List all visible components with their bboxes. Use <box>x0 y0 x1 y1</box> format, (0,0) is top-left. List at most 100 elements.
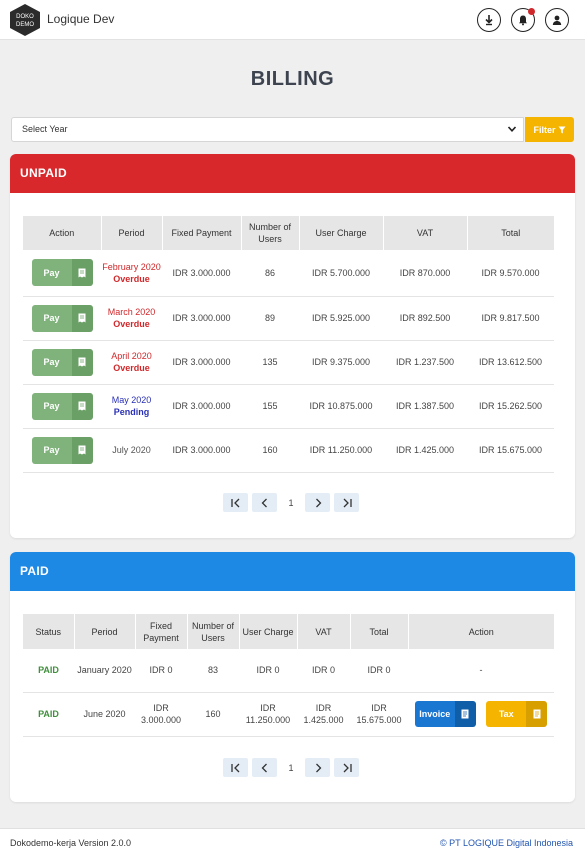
invoice-button-label: Invoice <box>414 701 455 727</box>
status: PAID <box>23 692 74 737</box>
pay-button[interactable]: Pay <box>31 436 93 464</box>
svg-text:DEMO: DEMO <box>16 22 34 28</box>
download-button[interactable] <box>477 8 501 32</box>
number-of-users: 160 <box>187 692 239 737</box>
receipt-icon <box>78 313 86 323</box>
user-charge: IDR 11.250.000 <box>239 692 297 737</box>
receipt-icon <box>78 268 86 278</box>
paid-table-header: Status Period Fixed Payment Number of Us… <box>23 614 554 649</box>
download-icon <box>485 15 493 26</box>
status: Overdue <box>113 319 150 329</box>
chevron-down-icon <box>507 126 517 132</box>
user-charge: IDR 0 <box>239 649 297 693</box>
first-page-button[interactable] <box>223 758 248 777</box>
table-row: Pay April 2020 Overdue IDR 3.000.000 135 … <box>23 340 554 385</box>
user-charge: IDR 11.250.000 <box>299 428 383 473</box>
receipt-icon <box>78 357 86 367</box>
pay-button[interactable]: Pay <box>31 348 93 376</box>
pay-button-label: Pay <box>31 392 72 420</box>
col-status: Status <box>23 614 74 649</box>
last-page-button[interactable] <box>334 493 359 512</box>
vat: IDR 0 <box>297 649 350 693</box>
version-text: Dokodemo-kerja Version 2.0.0 <box>10 838 132 848</box>
app-logo[interactable]: DOKO DEMO <box>10 4 40 36</box>
last-page-button[interactable] <box>334 758 359 777</box>
total: IDR 9.570.000 <box>467 250 554 297</box>
first-page-icon <box>230 763 239 772</box>
col-number-of-users: Number of Users <box>186 614 239 649</box>
pay-button[interactable]: Pay <box>31 304 93 332</box>
unpaid-table-header: Action Period Fixed Payment Number of Us… <box>23 216 554 250</box>
pay-button-label: Pay <box>31 259 72 287</box>
period: March 2020 <box>107 307 156 317</box>
col-total: Total <box>349 614 408 649</box>
table-row: Pay March 2020 Overdue IDR 3.000.000 89 I… <box>23 296 554 341</box>
bell-icon <box>519 15 527 26</box>
col-total: Total <box>466 216 554 250</box>
prev-page-button[interactable] <box>252 493 277 512</box>
col-fixed-payment: Fixed Payment <box>134 614 187 649</box>
number-of-users: 135 <box>241 340 299 385</box>
total: IDR 15.675.000 <box>350 692 408 737</box>
total: IDR 15.675.000 <box>467 428 554 473</box>
profile-button[interactable] <box>545 8 569 32</box>
period: April 2020 <box>111 351 152 361</box>
total: IDR 0 <box>350 649 408 693</box>
table-row: Pay February 2020 Overdue IDR 3.000.000 8… <box>23 250 554 297</box>
number-of-users: 86 <box>241 250 299 297</box>
chevron-right-icon <box>315 763 321 772</box>
period: February 2020 <box>102 261 161 272</box>
first-page-icon <box>230 498 239 507</box>
vat: IDR 1.425.000 <box>383 428 467 473</box>
col-vat: VAT <box>382 216 467 250</box>
period: May 2020 <box>111 395 152 405</box>
pay-button[interactable]: Pay <box>31 259 93 287</box>
col-user-charge: User Charge <box>238 614 297 649</box>
table-row: PAID June 2020 IDR 3.000.000 160 IDR 11.… <box>23 692 554 737</box>
fixed-payment: IDR 3.000.000 <box>162 340 241 385</box>
year-select[interactable]: Select Year <box>11 117 524 142</box>
top-bar: DOKO DEMO Logique Dev <box>0 0 585 40</box>
tax-button[interactable]: Tax <box>486 701 548 727</box>
status: Pending <box>113 407 150 417</box>
receipt-icon <box>78 401 86 411</box>
filter-button[interactable]: Filter <box>525 117 574 142</box>
user-charge: IDR 10.875.000 <box>299 384 383 429</box>
table-row: Pay May 2020 Pending IDR 3.000.000 155 ID… <box>23 384 554 429</box>
paid-card: PAID Status Period Fixed Payment Number … <box>10 552 575 802</box>
copyright-link[interactable]: © PT LOGIQUE Digital Indonesia <box>440 838 573 848</box>
next-page-button[interactable] <box>305 493 330 512</box>
total: IDR 13.612.500 <box>467 340 554 385</box>
action: Invoice Tax <box>408 692 554 737</box>
svg-text:DOKO: DOKO <box>16 14 34 20</box>
fixed-payment: IDR 3.000.000 <box>162 428 241 473</box>
number-of-users: 155 <box>241 384 299 429</box>
page-title: BILLING <box>250 68 335 90</box>
fixed-payment: IDR 0 <box>135 649 187 693</box>
col-number-of-users: Number of Users <box>240 216 299 250</box>
vat: IDR 870.000 <box>383 250 467 297</box>
current-page[interactable]: 1 <box>279 498 303 508</box>
tax-button-label: Tax <box>486 701 527 727</box>
user-charge: IDR 9.375.000 <box>299 340 383 385</box>
prev-page-button[interactable] <box>252 758 277 777</box>
pay-button-label: Pay <box>31 348 72 376</box>
user-charge: IDR 5.700.000 <box>299 250 383 297</box>
status: Overdue <box>113 363 150 373</box>
next-page-button[interactable] <box>305 758 330 777</box>
footer: Dokodemo-kerja Version 2.0.0 © PT LOGIQU… <box>0 828 585 855</box>
period: June 2020 <box>74 692 135 737</box>
paid-pagination: 1 <box>221 758 361 777</box>
user-charge: IDR 5.925.000 <box>299 296 383 341</box>
current-page[interactable]: 1 <box>279 763 303 773</box>
status: Overdue <box>113 273 150 284</box>
fixed-payment: IDR 3.000.000 <box>162 250 241 297</box>
notifications-button[interactable] <box>511 8 535 32</box>
first-page-button[interactable] <box>223 493 248 512</box>
receipt-icon <box>78 445 86 455</box>
col-period: Period <box>100 216 162 250</box>
invoice-button[interactable]: Invoice <box>414 701 476 727</box>
vat: IDR 1.237.500 <box>383 340 467 385</box>
pay-button[interactable]: Pay <box>31 392 93 420</box>
period: January 2020 <box>74 649 135 693</box>
